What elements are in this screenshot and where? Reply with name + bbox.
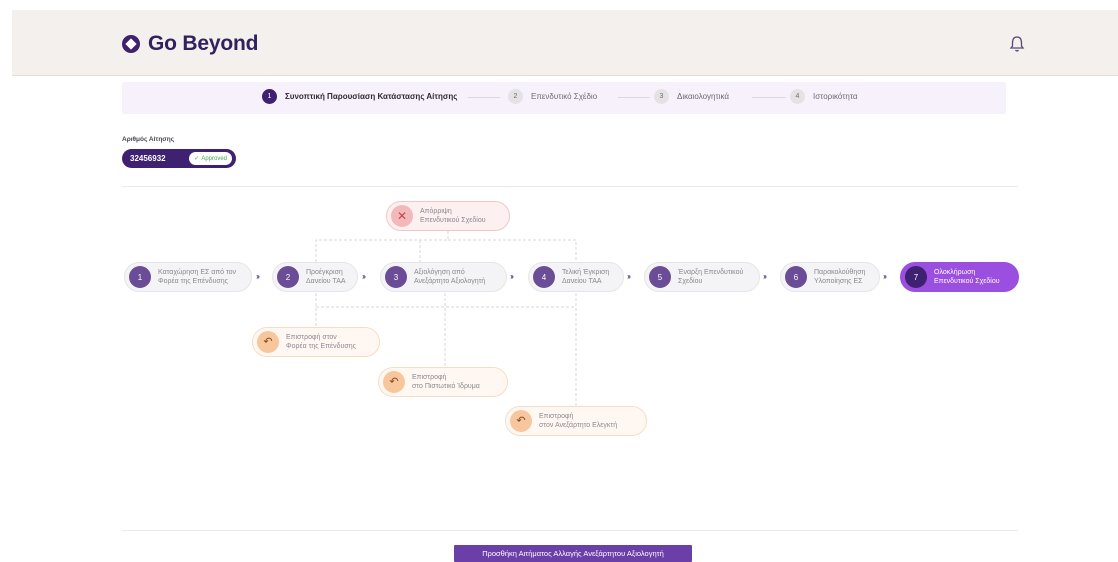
step-number: 3 — [385, 266, 407, 288]
workflow-step-5[interactable]: 5 Έναρξη Επενδυτικού Σχεδίου — [644, 262, 760, 292]
chevrons-icon: ››› — [883, 272, 887, 281]
chevrons-icon: ››› — [362, 272, 366, 281]
node-label: Επιστροφή στον Ανεξάρτητο Ελεγκτή — [539, 413, 618, 429]
close-icon: ✕ — [391, 205, 413, 227]
workflow-step-6[interactable]: 6 Παρακολούθηση Υλοποίησης ΕΣ — [780, 262, 880, 292]
chevrons-icon: ››› — [510, 272, 514, 281]
node-label: Έναρξη Επενδυτικού Σχεδίου — [678, 269, 744, 285]
return-to-bank-node[interactable]: ↶ Επιστροφή στο Πιστωτικό Ίδρυμα — [378, 367, 508, 397]
node-label: Ολοκλήρωση Επενδυτικού Σχεδίου — [934, 269, 1000, 285]
node-label: Αξιολόγηση από Ανεξάρτητο Αξιολογητή — [414, 269, 486, 285]
workflow-step-7[interactable]: 7 Ολοκλήρωση Επενδυτικού Σχεδίου — [900, 262, 1019, 292]
workflow-step-2[interactable]: 2 Προέγκριση Δανείου ΤΑΑ — [272, 262, 358, 292]
step-number: 5 — [649, 266, 671, 288]
return-to-auditor-node[interactable]: ↶ Επιστροφή στον Ανεξάρτητο Ελεγκτή — [505, 406, 647, 436]
undo-icon: ↶ — [257, 331, 279, 353]
return-to-investor-node[interactable]: ↶ Επιστροφή στον Φορέα της Επένδυσης — [252, 327, 380, 357]
step-number: 4 — [533, 266, 555, 288]
node-label: Επιστροφή στον Φορέα της Επένδυσης — [286, 334, 356, 350]
chevrons-icon: ››› — [763, 272, 767, 281]
step-number: 1 — [129, 266, 151, 288]
undo-icon: ↶ — [510, 410, 532, 432]
node-label: Επιστροφή στο Πιστωτικό Ίδρυμα — [412, 374, 480, 390]
reject-node[interactable]: ✕ Απόρριψη Επενδυτικού Σχεδίου — [386, 201, 510, 231]
workflow-step-4[interactable]: 4 Τελική Έγκριση Δανείου ΤΑΑ — [528, 262, 624, 292]
node-label: Καταχώρηση ΕΣ από τον Φορέα της Επένδυση… — [158, 269, 237, 285]
step-number: 2 — [277, 266, 299, 288]
node-label: Προέγκριση Δανείου ΤΑΑ — [306, 269, 346, 285]
footer-divider — [122, 530, 1018, 531]
workflow-step-3[interactable]: 3 Αξιολόγηση από Ανεξάρτητο Αξιολογητή — [380, 262, 507, 292]
node-label: Απόρριψη Επενδυτικού Σχεδίου — [420, 208, 486, 224]
add-evaluator-change-request-button[interactable]: Προσθήκη Αιτήματος Αλλαγής Ανεξάρτητου Α… — [454, 545, 692, 562]
workflow-step-1[interactable]: 1 Καταχώρηση ΕΣ από τον Φορέα της Επένδυ… — [124, 262, 252, 292]
undo-icon: ↶ — [383, 371, 405, 393]
chevrons-icon: ››› — [256, 272, 260, 281]
step-number: 6 — [785, 266, 807, 288]
node-label: Παρακολούθηση Υλοποίησης ΕΣ — [814, 269, 866, 285]
step-number: 7 — [905, 266, 927, 288]
node-label: Τελική Έγκριση Δανείου ΤΑΑ — [562, 269, 610, 285]
chevrons-icon: ››› — [627, 272, 631, 281]
